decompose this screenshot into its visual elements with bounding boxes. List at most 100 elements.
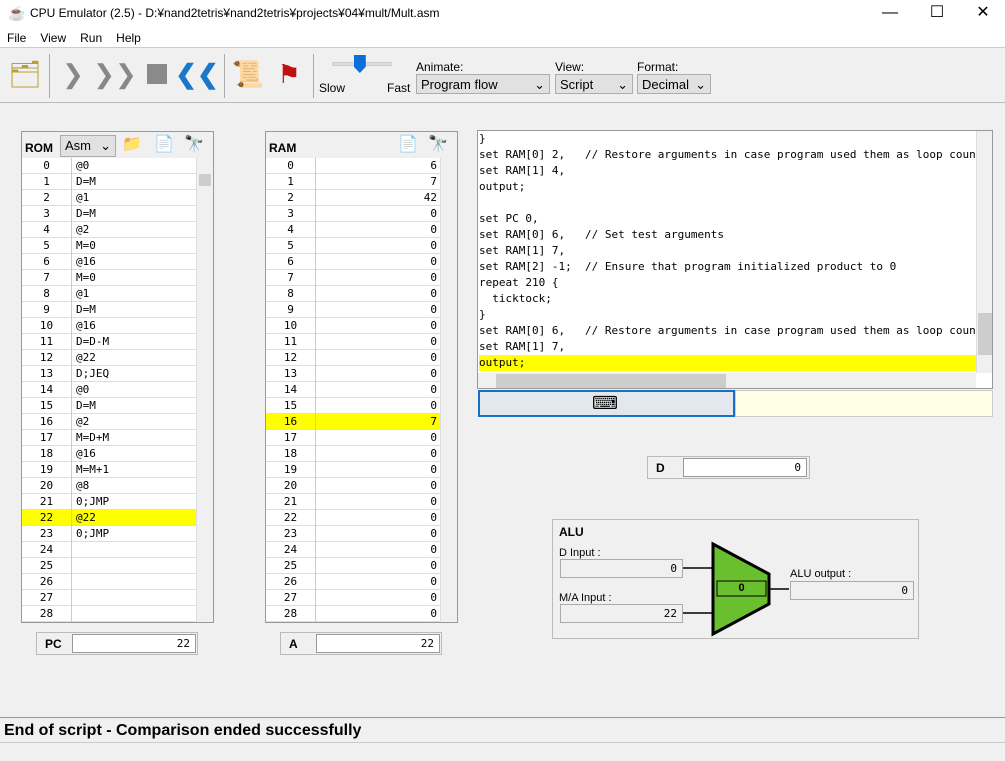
reset-button[interactable]: ❮❮: [175, 54, 219, 94]
rom-instruction[interactable]: @1: [73, 286, 196, 302]
rom-instruction[interactable]: M=0: [73, 238, 196, 254]
rom-row[interactable]: 28: [22, 606, 196, 622]
rom-row[interactable]: 11 D=D-M: [22, 334, 196, 350]
ram-value[interactable]: 0: [317, 462, 440, 478]
ram-row[interactable]: 06: [266, 158, 440, 174]
rom-instruction[interactable]: @16: [73, 318, 196, 334]
rom-row[interactable]: 2 @1: [22, 190, 196, 206]
ram-value[interactable]: 0: [317, 222, 440, 238]
rom-instruction[interactable]: @0: [73, 382, 196, 398]
ram-value[interactable]: 0: [317, 542, 440, 558]
rom-row[interactable]: 16 @2: [22, 414, 196, 430]
ram-value[interactable]: 0: [317, 398, 440, 414]
ram-row[interactable]: 22 0: [266, 510, 440, 526]
script-button[interactable]: 📜: [231, 54, 265, 94]
run-button[interactable]: ❯❯: [93, 54, 137, 94]
rom-row[interactable]: 17 M=D+M: [22, 430, 196, 446]
ram-row[interactable]: 24 0: [266, 542, 440, 558]
ram-row[interactable]: 20 0: [266, 478, 440, 494]
ram-value[interactable]: 0: [317, 366, 440, 382]
rom-row[interactable]: 3 D=M: [22, 206, 196, 222]
ram-value[interactable]: 0: [317, 478, 440, 494]
ram-row[interactable]: 11 0: [266, 334, 440, 350]
rom-instruction[interactable]: D=M: [73, 206, 196, 222]
rom-row[interactable]: 21 0;JMP: [22, 494, 196, 510]
clear-ram-icon[interactable]: 📄: [398, 134, 418, 154]
rom-instruction[interactable]: @22: [73, 350, 196, 366]
rom-instruction[interactable]: D=M: [73, 174, 196, 190]
rom-instruction[interactable]: M=M+1: [73, 462, 196, 478]
rom-instruction[interactable]: [73, 606, 196, 622]
ram-value[interactable]: 0: [317, 206, 440, 222]
rom-instruction[interactable]: @1: [73, 190, 196, 206]
animate-select[interactable]: Program flow ⌄: [416, 74, 550, 94]
ram-value[interactable]: 0: [317, 350, 440, 366]
rom-row[interactable]: 12 @22: [22, 350, 196, 366]
script-horizontal-scrollbar[interactable]: [478, 373, 976, 388]
keyboard-button[interactable]: ⌨: [478, 390, 735, 417]
search-binoculars-icon[interactable]: 🔭: [184, 134, 204, 154]
rom-instruction[interactable]: @16: [73, 446, 196, 462]
maximize-button[interactable]: ☐: [914, 2, 960, 26]
rom-row[interactable]: 18 @16: [22, 446, 196, 462]
ram-value[interactable]: 42: [317, 190, 440, 206]
rom-scrollbar[interactable]: [196, 158, 213, 622]
rom-row[interactable]: 23 0;JMP: [22, 526, 196, 542]
ram-row[interactable]: 21 0: [266, 494, 440, 510]
menu-view[interactable]: View: [33, 28, 73, 45]
rom-row[interactable]: 13 D;JEQ: [22, 366, 196, 382]
rom-row[interactable]: 25: [22, 558, 196, 574]
clear-rom-icon[interactable]: 📄: [154, 134, 174, 154]
rom-instruction[interactable]: [73, 590, 196, 606]
rom-instruction[interactable]: 0;JMP: [73, 494, 196, 510]
menu-help[interactable]: Help: [109, 28, 148, 45]
rom-row[interactable]: 10 @16: [22, 318, 196, 334]
ram-row[interactable]: 70: [266, 270, 440, 286]
ram-row[interactable]: 15 0: [266, 398, 440, 414]
ram-value[interactable]: 0: [317, 286, 440, 302]
ram-value[interactable]: 0: [317, 382, 440, 398]
rom-row[interactable]: 27: [22, 590, 196, 606]
rom-instruction[interactable]: @16: [73, 254, 196, 270]
rom-instruction[interactable]: D=D-M: [73, 334, 196, 350]
rom-format-select[interactable]: Asm ⌄: [60, 135, 116, 157]
rom-row[interactable]: 19 M=M+1: [22, 462, 196, 478]
load-rom-icon[interactable]: 📁: [122, 134, 142, 154]
keyboard-input-area[interactable]: [735, 390, 993, 417]
ram-value[interactable]: 0: [317, 526, 440, 542]
ram-value[interactable]: 0: [317, 446, 440, 462]
menu-file[interactable]: File: [0, 28, 33, 45]
rom-row[interactable]: 6 @16: [22, 254, 196, 270]
ram-row[interactable]: 50: [266, 238, 440, 254]
ram-value[interactable]: 0: [317, 334, 440, 350]
close-button[interactable]: ✕: [960, 2, 1005, 26]
ram-row[interactable]: 14 0: [266, 382, 440, 398]
ram-value[interactable]: 0: [317, 606, 440, 622]
ram-value[interactable]: 0: [317, 494, 440, 510]
rom-instruction[interactable]: M=D+M: [73, 430, 196, 446]
ram-row[interactable]: 60: [266, 254, 440, 270]
a-value[interactable]: 22: [316, 634, 440, 653]
rom-row[interactable]: 9 D=M: [22, 302, 196, 318]
ram-row[interactable]: 80: [266, 286, 440, 302]
rom-instruction[interactable]: @2: [73, 414, 196, 430]
pc-value[interactable]: 22: [72, 634, 196, 653]
minimize-button[interactable]: —: [867, 2, 913, 26]
ram-row[interactable]: 13 0: [266, 366, 440, 382]
format-select[interactable]: Decimal ⌄: [637, 74, 711, 94]
ram-row[interactable]: 23 0: [266, 526, 440, 542]
ram-value[interactable]: 0: [317, 302, 440, 318]
ram-row[interactable]: 19 0: [266, 462, 440, 478]
ram-value[interactable]: 7: [317, 414, 440, 430]
rom-row[interactable]: 26: [22, 574, 196, 590]
rom-row[interactable]: 14 @0: [22, 382, 196, 398]
rom-instruction[interactable]: D=M: [73, 302, 196, 318]
rom-instruction[interactable]: D;JEQ: [73, 366, 196, 382]
ram-value[interactable]: 6: [317, 158, 440, 174]
breakpoints-button[interactable]: ⚑: [272, 54, 306, 94]
ram-row[interactable]: 30: [266, 206, 440, 222]
menu-run[interactable]: Run: [73, 28, 109, 45]
rom-row[interactable]: 8 @1: [22, 286, 196, 302]
ram-value[interactable]: 0: [317, 558, 440, 574]
ram-row[interactable]: 16 7: [266, 414, 440, 430]
